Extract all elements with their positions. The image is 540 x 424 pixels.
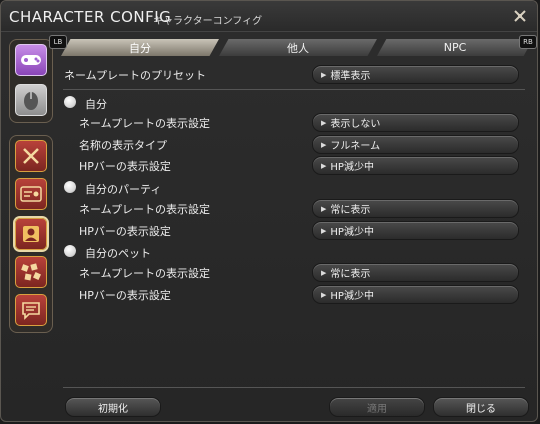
section-pet-title: 自分のペット bbox=[85, 247, 151, 260]
triangle-right-icon: ▶ bbox=[321, 204, 327, 213]
tab-npc[interactable]: NPC bbox=[377, 39, 533, 56]
section-self-title: 自分 bbox=[85, 98, 107, 111]
self-hp-bar-dropdown[interactable]: ▶ HP減少中 bbox=[312, 156, 519, 175]
lb-badge: LB bbox=[49, 35, 67, 49]
tab-self[interactable]: 自分 bbox=[61, 39, 219, 56]
party-hp-bar-row: HPバーの表示設定 ▶ HP減少中 bbox=[61, 220, 531, 240]
pet-hp-bar-row: HPバーの表示設定 ▶ HP減少中 bbox=[61, 284, 531, 304]
party-nameplate-dropdown[interactable]: ▶ 常に表示 bbox=[312, 199, 519, 218]
triangle-right-icon: ▶ bbox=[321, 226, 327, 235]
character-config-window: CHARACTER CONFIG キャラクターコンフィグ LB 自分 他人 NP… bbox=[0, 0, 538, 422]
party-hp-bar-label: HPバーの表示設定 bbox=[79, 225, 171, 238]
pet-hp-bar-dropdown[interactable]: ▶ HP減少中 bbox=[312, 285, 519, 304]
section-self-header: 自分 bbox=[61, 93, 531, 113]
self-hp-bar-value: HP減少中 bbox=[330, 162, 374, 173]
close-button-label: 閉じる bbox=[466, 403, 496, 415]
character-profile-icon[interactable] bbox=[15, 218, 47, 250]
pet-nameplate-dropdown[interactable]: ▶ 常に表示 bbox=[312, 263, 519, 282]
tab-self-label: 自分 bbox=[129, 41, 151, 55]
tab-npc-label: NPC bbox=[443, 41, 467, 54]
window-title: CHARACTER CONFIG bbox=[9, 8, 172, 26]
config-category-panel bbox=[9, 135, 53, 333]
self-radio[interactable] bbox=[64, 96, 76, 108]
apply-button-label: 適用 bbox=[367, 403, 387, 415]
triangle-right-icon: ▶ bbox=[321, 290, 327, 299]
section-party-title: 自分のパーティ bbox=[85, 183, 162, 196]
party-nameplate-value: 常に表示 bbox=[330, 205, 371, 216]
pet-hp-bar-value: HP減少中 bbox=[330, 291, 374, 302]
self-nameplate-value: 表示しない bbox=[330, 119, 381, 130]
chat-bubble-icon[interactable] bbox=[15, 294, 47, 326]
pet-nameplate-label: ネームプレートの表示設定 bbox=[79, 267, 211, 280]
self-hp-bar-label: HPバーの表示設定 bbox=[79, 160, 171, 173]
self-nameplate-row: ネームプレートの表示設定 ▶ 表示しない bbox=[61, 112, 531, 132]
tab-others[interactable]: 他人 bbox=[219, 39, 377, 56]
settings-content: ネームプレートのプリセット ▶ 標準表示 自分 ネームプレートの表示設定 ▶ 表示し… bbox=[61, 59, 531, 389]
pet-radio[interactable] bbox=[64, 245, 76, 257]
preset-label: ネームプレートのプリセット bbox=[64, 69, 207, 82]
triangle-right-icon: ▶ bbox=[321, 161, 327, 170]
tab-others-label: 他人 bbox=[287, 41, 309, 55]
party-hp-bar-value: HP減少中 bbox=[330, 227, 374, 238]
party-nameplate-row: ネームプレートの表示設定 ▶ 常に表示 bbox=[61, 198, 531, 218]
input-type-panel bbox=[9, 39, 53, 123]
triangle-right-icon: ▶ bbox=[321, 70, 327, 79]
bottom-divider bbox=[63, 387, 525, 388]
tab-bar: LB 自分 他人 NPC RB bbox=[49, 35, 537, 57]
preset-value: 標準表示 bbox=[330, 71, 371, 82]
preset-row: ネームプレートのプリセット ▶ 標準表示 bbox=[61, 64, 531, 84]
party-radio[interactable] bbox=[64, 181, 76, 193]
category-sidebar bbox=[9, 39, 53, 409]
self-name-type-row: 名称の表示タイプ ▶ フルネーム bbox=[61, 134, 531, 154]
section-pet-header: 自分のペット bbox=[61, 242, 531, 262]
reset-button[interactable]: 初期化 bbox=[65, 397, 161, 417]
self-name-type-dropdown[interactable]: ▶ フルネーム bbox=[312, 135, 519, 154]
section-party-header: 自分のパーティ bbox=[61, 178, 531, 198]
triangle-right-icon: ▶ bbox=[321, 140, 327, 149]
preset-dropdown[interactable]: ▶ 標準表示 bbox=[312, 65, 519, 84]
party-hp-bar-dropdown[interactable]: ▶ HP減少中 bbox=[312, 221, 519, 240]
self-nameplate-dropdown[interactable]: ▶ 表示しない bbox=[312, 113, 519, 132]
divider bbox=[63, 89, 525, 90]
pet-nameplate-row: ネームプレートの表示設定 ▶ 常に表示 bbox=[61, 262, 531, 282]
pet-hp-bar-label: HPバーの表示設定 bbox=[79, 289, 171, 302]
triangle-right-icon: ▶ bbox=[321, 268, 327, 277]
mouse-icon[interactable] bbox=[15, 84, 47, 116]
crossed-swords-icon[interactable] bbox=[15, 140, 47, 172]
pet-nameplate-value: 常に表示 bbox=[330, 269, 371, 280]
self-name-type-value: フルネーム bbox=[330, 141, 381, 152]
rb-badge: RB bbox=[519, 35, 537, 49]
self-hp-bar-row: HPバーの表示設定 ▶ HP減少中 bbox=[61, 155, 531, 175]
close-button[interactable]: 閉じる bbox=[433, 397, 529, 417]
party-nameplate-label: ネームプレートの表示設定 bbox=[79, 203, 211, 216]
window-subtitle: キャラクターコンフィグ bbox=[153, 16, 263, 27]
title-bar[interactable]: CHARACTER CONFIG キャラクターコンフィグ bbox=[1, 1, 537, 32]
self-nameplate-label: ネームプレートの表示設定 bbox=[79, 117, 211, 130]
map-pieces-icon[interactable] bbox=[15, 256, 47, 288]
gamepad-icon[interactable] bbox=[15, 44, 47, 76]
triangle-right-icon: ▶ bbox=[321, 118, 327, 127]
id-card-icon[interactable] bbox=[15, 178, 47, 210]
reset-button-label: 初期化 bbox=[98, 403, 128, 415]
self-name-type-label: 名称の表示タイプ bbox=[79, 139, 167, 152]
close-icon[interactable] bbox=[511, 7, 529, 25]
apply-button[interactable]: 適用 bbox=[329, 397, 425, 417]
